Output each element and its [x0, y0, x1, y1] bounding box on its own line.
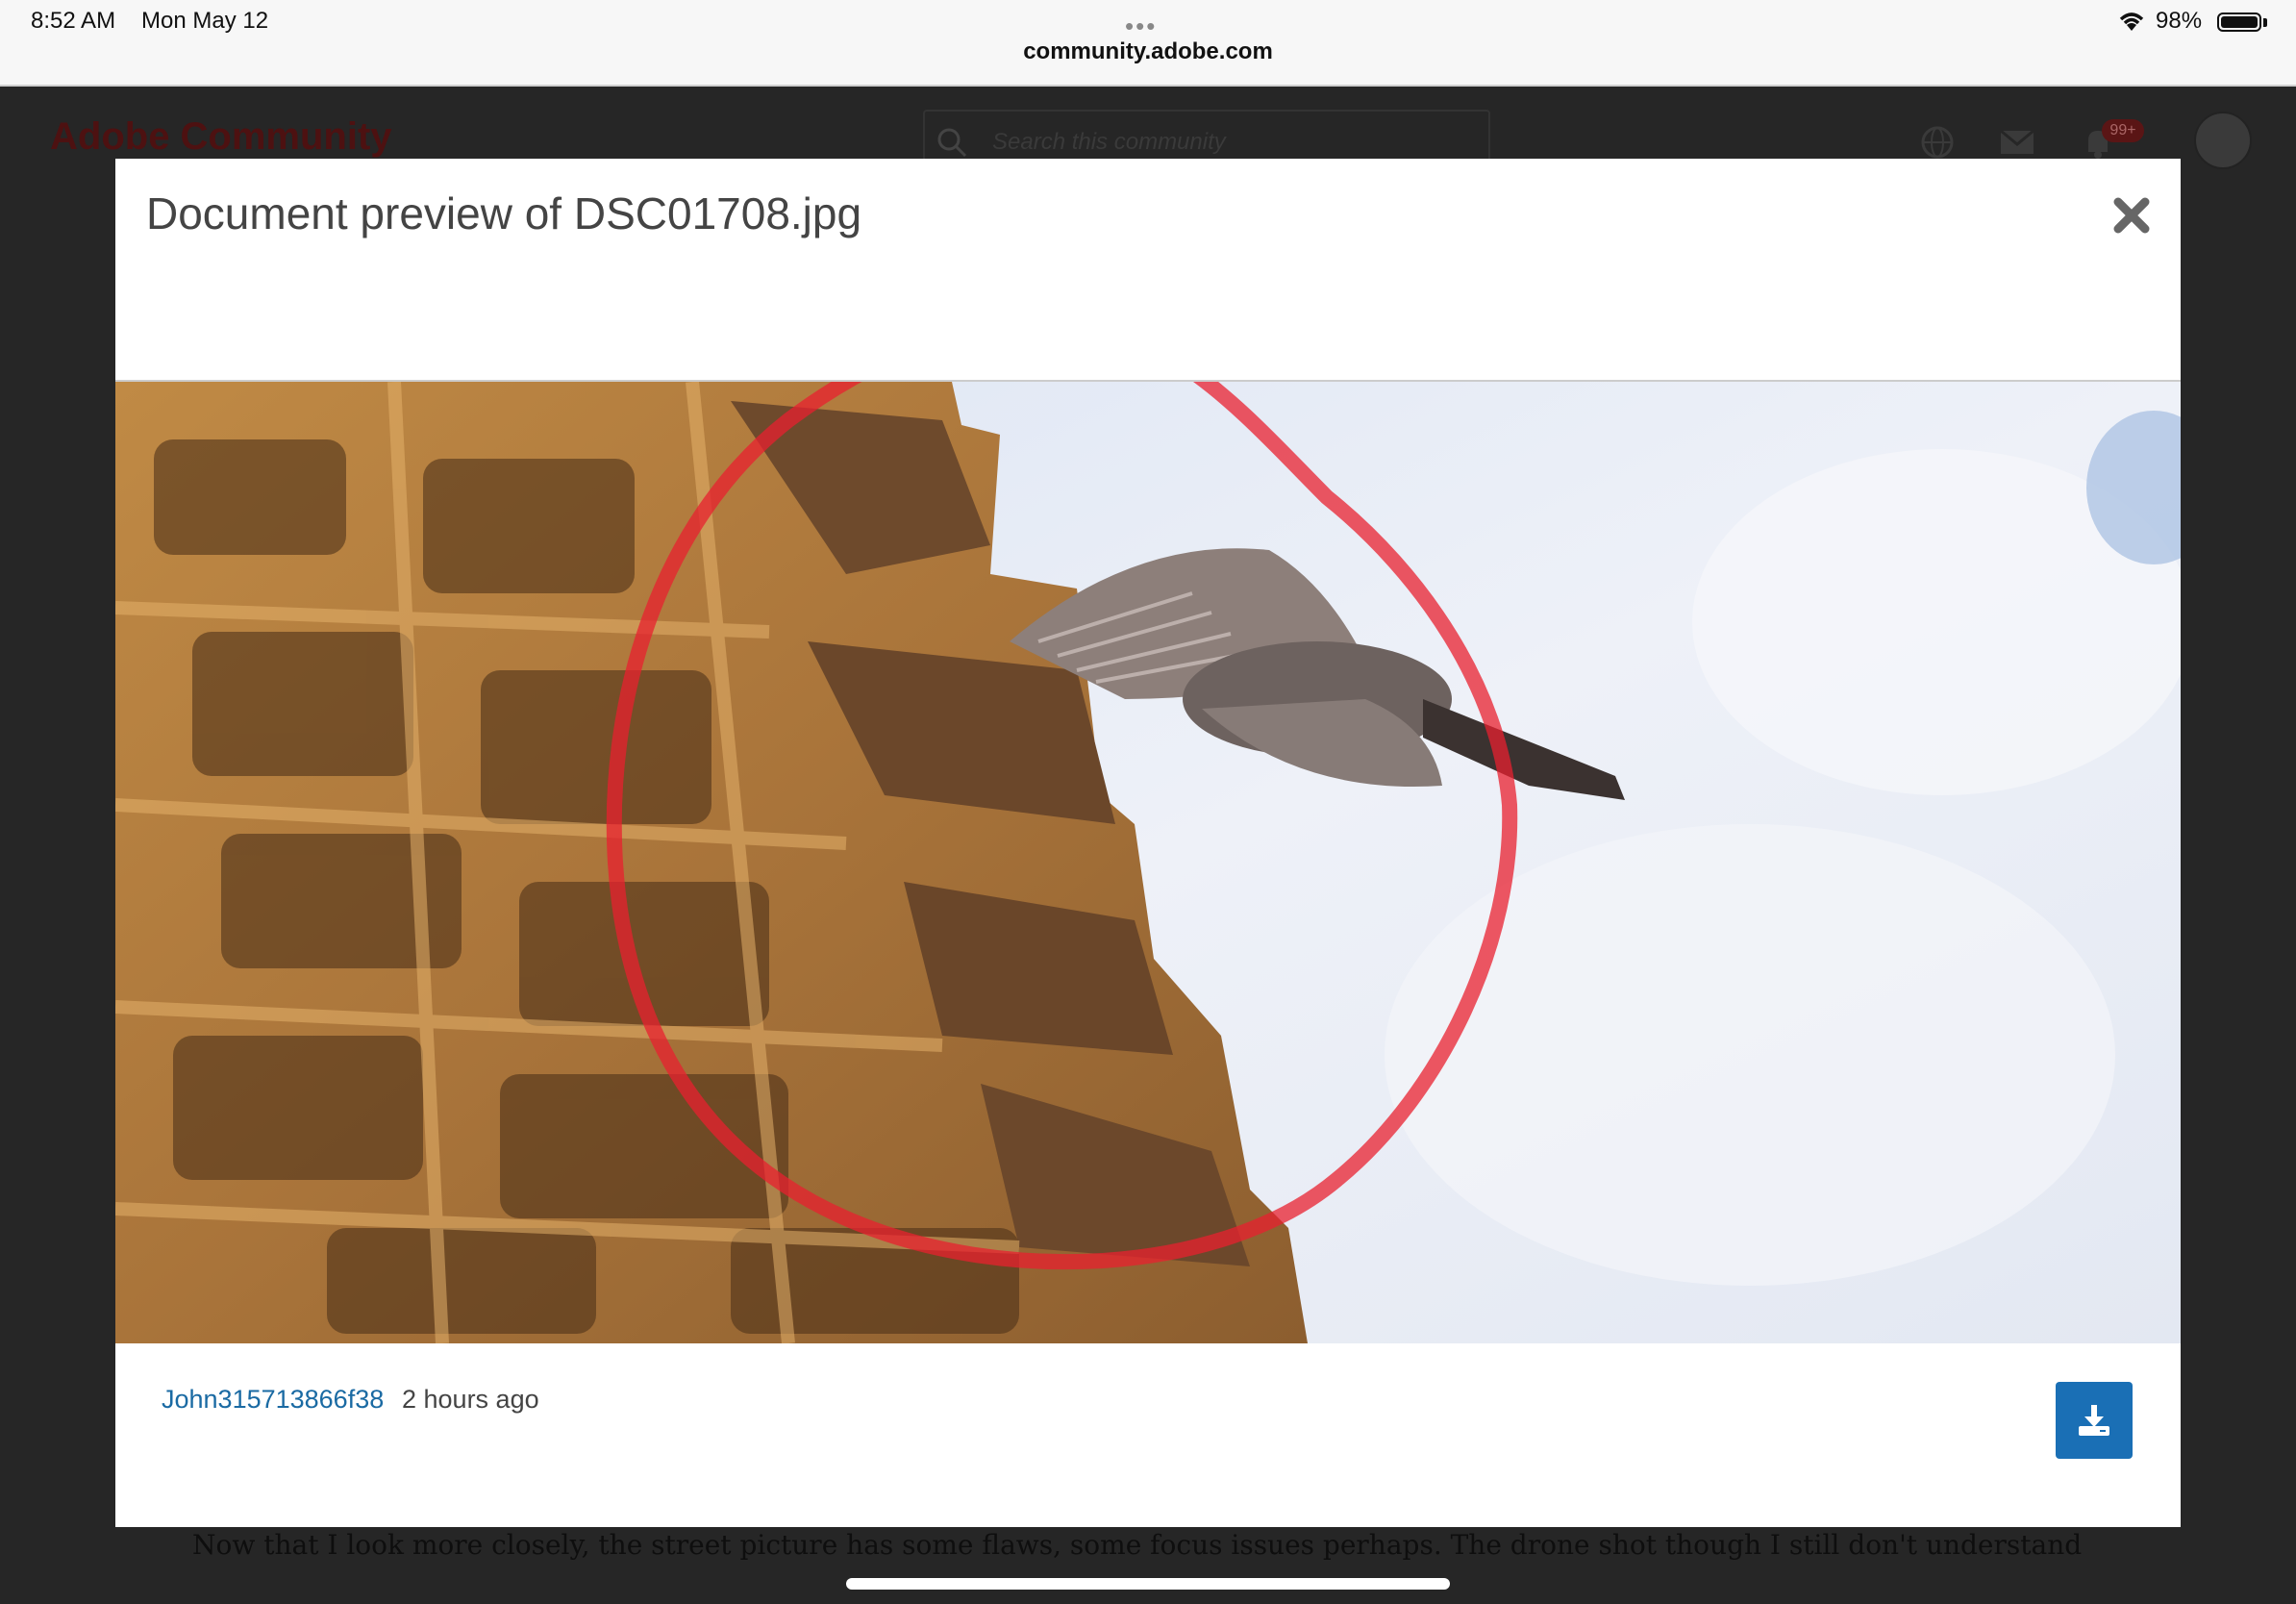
wifi-icon	[2119, 13, 2144, 31]
status-bar: 8:52 AM Mon May 12 ••• community.adobe.c…	[0, 0, 2296, 87]
close-icon[interactable]	[2109, 193, 2154, 238]
image-preview	[115, 380, 2181, 1343]
download-icon	[2079, 1405, 2109, 1436]
battery-percent: 98%	[2156, 8, 2203, 34]
battery-icon	[2217, 13, 2261, 32]
search-placeholder: Search this community	[992, 129, 1226, 155]
post-body-text: Now that I look more closely, the street…	[192, 1529, 2083, 1561]
notification-badge: 99+	[2102, 119, 2144, 142]
download-button[interactable]	[2056, 1382, 2133, 1459]
site-logo: Adobe Community	[50, 115, 392, 158]
search-icon	[937, 128, 967, 158]
mail-icon	[2000, 129, 2034, 154]
status-time: 8:52 AM	[31, 8, 116, 34]
tab-overview-dots-icon[interactable]: •••	[1125, 12, 1157, 41]
document-preview-modal: Document preview of DSC01708.jpg John315…	[115, 159, 2181, 1527]
address-bar-url[interactable]: community.adobe.com	[0, 38, 2296, 65]
home-indicator[interactable]	[846, 1578, 1450, 1590]
avatar	[2194, 112, 2252, 169]
preview-image	[115, 382, 2181, 1343]
modal-title: Document preview of DSC01708.jpg	[146, 188, 862, 238]
author-link[interactable]: John315713866f38	[162, 1385, 384, 1415]
timestamp: 2 hours ago	[402, 1385, 539, 1414]
status-date: Mon May 12	[141, 8, 269, 34]
battery-tip	[2263, 18, 2267, 27]
globe-icon	[1921, 126, 1954, 159]
